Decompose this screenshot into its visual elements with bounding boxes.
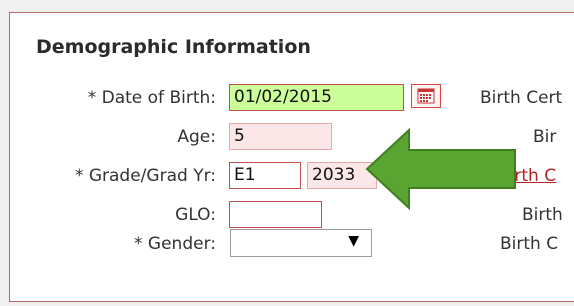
age-label: Age: [177,127,216,147]
age-field: 5 [229,123,332,150]
glo-input[interactable] [229,201,322,228]
birth-label-2: Bir [533,127,557,147]
grade-input[interactable]: E1 [229,162,301,189]
birth-cert-label: Birth Cert [480,88,563,108]
birth-label-4: Birth [522,205,563,225]
dob-input[interactable]: 01/02/2015 [229,84,404,111]
green-arrow-icon [365,128,516,210]
chevron-down-icon: ▼ [348,233,359,249]
page: Demographic Information * Date of Birth:… [0,0,574,306]
calendar-icon [417,88,435,104]
calendar-button[interactable] [411,84,441,108]
gender-label: * Gender: [134,234,216,254]
dob-label: * Date of Birth: [87,88,216,108]
birth-label-5: Birth C [500,234,559,254]
gender-select[interactable]: ▼ [230,229,372,257]
section-title: Demographic Information [36,36,311,58]
grade-label: * Grade/Grad Yr: [74,166,216,186]
glo-label: GLO: [175,205,216,225]
